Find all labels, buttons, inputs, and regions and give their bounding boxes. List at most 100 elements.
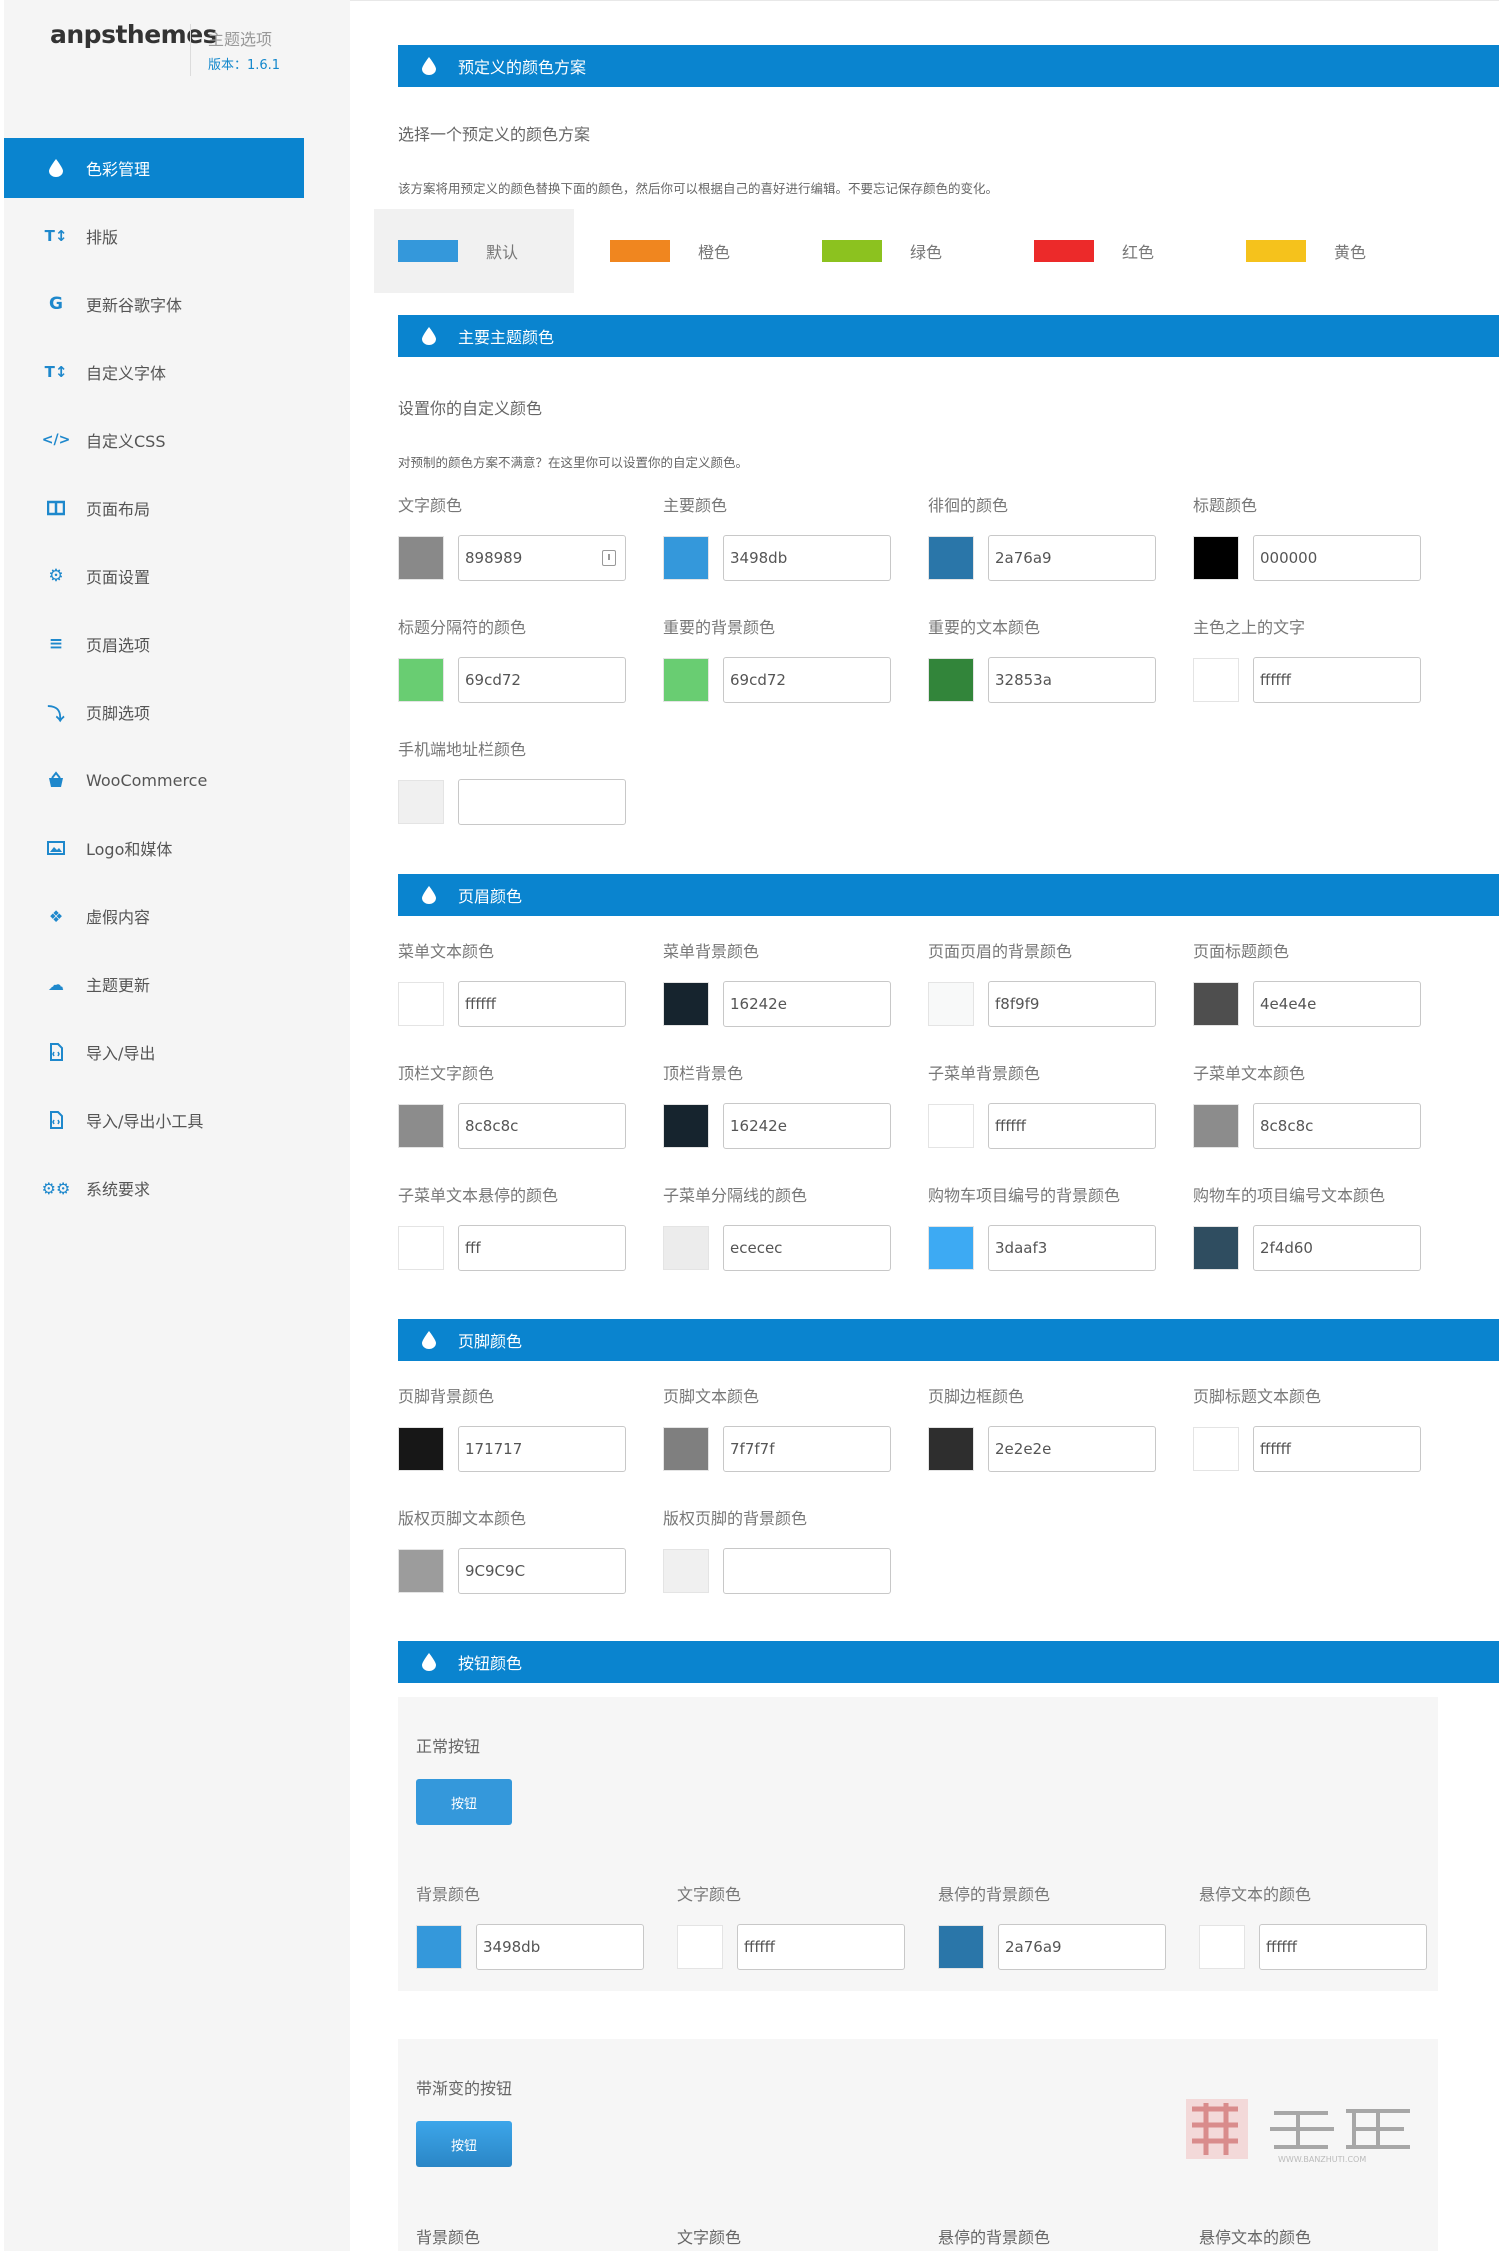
color-hex-input[interactable] bbox=[458, 981, 626, 1027]
color-swatch[interactable] bbox=[1193, 658, 1239, 702]
scheme-option[interactable]: 绿色 bbox=[798, 209, 998, 293]
sidebar-item[interactable]: </> 自定义CSS bbox=[4, 410, 304, 470]
color-hex-input[interactable] bbox=[998, 1924, 1166, 1970]
color-hex-input[interactable] bbox=[1253, 1426, 1421, 1472]
color-swatch[interactable] bbox=[663, 1427, 709, 1471]
sidebar-item[interactable]: ⚙ 页面设置 bbox=[4, 546, 304, 606]
gradient-demo-button[interactable]: 按钮 bbox=[416, 2121, 512, 2167]
sidebar-item[interactable]: ≡ 页眉选项 bbox=[4, 614, 304, 674]
sidebar-item-label: 导入/导出 bbox=[86, 1044, 156, 1063]
normal-demo-button[interactable]: 按钮 bbox=[416, 1779, 512, 1825]
color-hex-input[interactable] bbox=[458, 1426, 626, 1472]
color-swatch[interactable] bbox=[398, 780, 444, 824]
drop-icon bbox=[422, 1653, 436, 1671]
color-swatch[interactable] bbox=[938, 1925, 984, 1969]
color-hex-input[interactable] bbox=[988, 657, 1156, 703]
sidebar-item[interactable]: Logo和媒体 bbox=[4, 818, 304, 878]
color-hex-input[interactable] bbox=[1253, 535, 1421, 581]
color-swatch[interactable] bbox=[398, 982, 444, 1026]
color-swatch[interactable] bbox=[1193, 1104, 1239, 1148]
color-hex-input[interactable] bbox=[458, 1225, 626, 1271]
color-swatch[interactable] bbox=[1199, 1925, 1245, 1969]
sidebar-item[interactable]: 导入/导出 bbox=[4, 1022, 304, 1082]
color-hex-input[interactable] bbox=[723, 1225, 891, 1271]
color-hex-input[interactable] bbox=[476, 1924, 644, 1970]
color-swatch[interactable] bbox=[928, 1226, 974, 1270]
color-field-label: 页面标题颜色 bbox=[1193, 942, 1290, 961]
sidebar-item[interactable]: WooCommerce bbox=[4, 750, 304, 810]
color-hex-input[interactable] bbox=[988, 1103, 1156, 1149]
color-field-label: 顶栏文字颜色 bbox=[398, 1064, 495, 1083]
color-hex-input[interactable] bbox=[1259, 1924, 1427, 1970]
color-swatch[interactable] bbox=[663, 658, 709, 702]
color-swatch[interactable] bbox=[928, 1104, 974, 1148]
color-hex-input[interactable] bbox=[1253, 657, 1421, 703]
scheme-option[interactable]: 红色 bbox=[1010, 209, 1210, 293]
color-swatch[interactable] bbox=[928, 1427, 974, 1471]
color-hex-input[interactable] bbox=[1253, 1225, 1421, 1271]
color-swatch[interactable] bbox=[1193, 982, 1239, 1026]
color-hex-input[interactable] bbox=[723, 657, 891, 703]
scheme-label: 红色 bbox=[1122, 243, 1155, 262]
color-swatch[interactable] bbox=[663, 1226, 709, 1270]
color-hex-input[interactable] bbox=[1253, 981, 1421, 1027]
color-swatch[interactable] bbox=[663, 536, 709, 580]
scheme-option[interactable]: 橙色 bbox=[586, 209, 786, 293]
sidebar-item[interactable]: G 更新谷歌字体 bbox=[4, 274, 304, 334]
sidebar-item[interactable]: ⤵ 页脚选项 bbox=[4, 682, 304, 742]
color-hex-input[interactable] bbox=[458, 1103, 626, 1149]
color-swatch[interactable] bbox=[677, 1925, 723, 1969]
sidebar-item[interactable]: ⚙⚙ 系统要求 bbox=[4, 1158, 304, 1218]
sidebar-item[interactable]: 导入/导出小工具 bbox=[4, 1090, 304, 1150]
scheme-option[interactable]: 默认 bbox=[374, 209, 574, 293]
sidebar-item[interactable]: T↕ 自定义字体 bbox=[4, 342, 304, 402]
color-swatch[interactable] bbox=[1193, 1427, 1239, 1471]
color-field-label: 标题颜色 bbox=[1193, 496, 1258, 515]
color-hex-input[interactable] bbox=[458, 779, 626, 825]
color-swatch[interactable] bbox=[1193, 536, 1239, 580]
sidebar-item[interactable]: ☁ 主题更新 bbox=[4, 954, 304, 1014]
color-hex-input[interactable] bbox=[988, 1426, 1156, 1472]
color-hex-input[interactable] bbox=[723, 1548, 891, 1594]
color-field-label: 顶栏背景色 bbox=[663, 1064, 744, 1083]
color-hex-input[interactable] bbox=[458, 1548, 626, 1594]
color-swatch[interactable] bbox=[398, 1549, 444, 1593]
color-swatch[interactable] bbox=[663, 982, 709, 1026]
color-swatch[interactable] bbox=[398, 1104, 444, 1148]
color-swatch[interactable] bbox=[398, 1226, 444, 1270]
sidebar-item[interactable]: 页面布局 bbox=[4, 478, 304, 538]
sidebar-item[interactable]: ❖ 虚假内容 bbox=[4, 886, 304, 946]
color-hex-input[interactable] bbox=[988, 1225, 1156, 1271]
sidebar-item[interactable]: 色彩管理 bbox=[4, 138, 304, 198]
color-field-label: 页脚文本颜色 bbox=[663, 1387, 760, 1406]
sidebar-item-label: 虚假内容 bbox=[86, 908, 151, 927]
color-hex-input[interactable] bbox=[723, 1426, 891, 1472]
color-swatch[interactable] bbox=[928, 536, 974, 580]
image-icon bbox=[44, 836, 68, 860]
color-hex-input[interactable] bbox=[1253, 1103, 1421, 1149]
scheme-swatch bbox=[1246, 240, 1306, 262]
color-field-label: 背景颜色 bbox=[416, 2228, 481, 2247]
color-swatch[interactable] bbox=[928, 658, 974, 702]
color-hex-input[interactable] bbox=[737, 1924, 905, 1970]
color-swatch[interactable] bbox=[398, 536, 444, 580]
color-swatch[interactable] bbox=[416, 1925, 462, 1969]
color-hex-input[interactable] bbox=[458, 657, 626, 703]
color-swatch[interactable] bbox=[663, 1549, 709, 1593]
color-hex-input[interactable] bbox=[988, 535, 1156, 581]
color-swatch[interactable] bbox=[1193, 1226, 1239, 1270]
scheme-option[interactable]: 黄色 bbox=[1222, 209, 1422, 293]
color-hex-input[interactable] bbox=[723, 981, 891, 1027]
color-swatch[interactable] bbox=[398, 1427, 444, 1471]
color-hex-input[interactable] bbox=[723, 535, 891, 581]
color-hex-input[interactable] bbox=[458, 535, 626, 581]
color-swatch[interactable] bbox=[663, 1104, 709, 1148]
sidebar-item-label: 系统要求 bbox=[86, 1180, 151, 1199]
color-hex-input[interactable] bbox=[988, 981, 1156, 1027]
bars-icon: ≡ bbox=[48, 634, 64, 654]
color-field-label: 文字颜色 bbox=[677, 2228, 742, 2247]
sidebar-item[interactable]: T↕ 排版 bbox=[4, 206, 304, 266]
color-swatch[interactable] bbox=[928, 982, 974, 1026]
color-swatch[interactable] bbox=[398, 658, 444, 702]
color-hex-input[interactable] bbox=[723, 1103, 891, 1149]
